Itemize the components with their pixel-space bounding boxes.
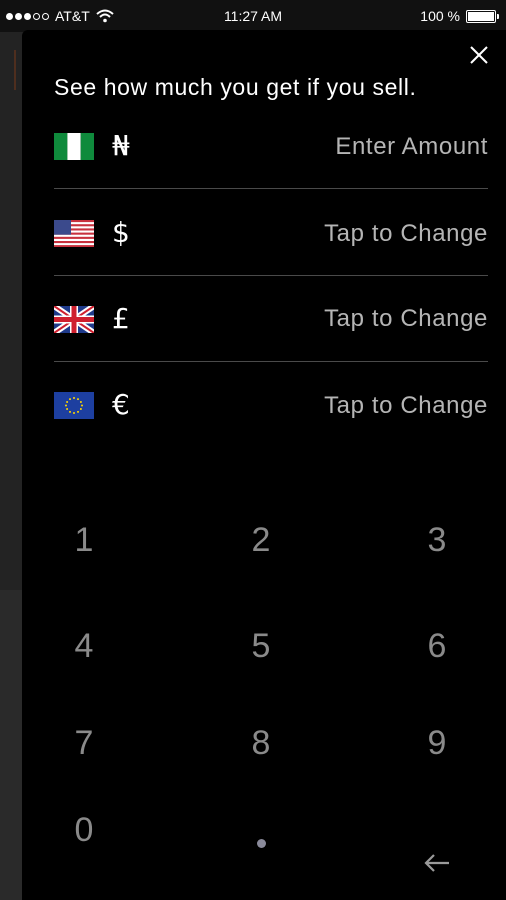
currency-symbol: ₦: [112, 129, 130, 162]
status-bar: AT&T 11:27 AM 100 %: [0, 0, 506, 32]
row-divider: [54, 361, 488, 362]
currency-amount-value[interactable]: Tap to Change: [324, 304, 488, 334]
close-button[interactable]: [468, 44, 490, 66]
currency-symbol: €: [112, 388, 130, 421]
currency-row-ngn[interactable]: ₦ Enter Amount: [54, 116, 488, 202]
backspace-arrow-icon: [423, 822, 451, 872]
key-9[interactable]: 9: [377, 703, 497, 783]
status-right: 100 %: [420, 8, 499, 24]
eu-flag-icon: [54, 392, 94, 419]
key-5[interactable]: 5: [201, 606, 321, 686]
currency-amount-value[interactable]: Tap to Change: [324, 219, 488, 249]
currency-row-eur[interactable]: € Tap to Change: [54, 374, 488, 460]
key-2[interactable]: 2: [201, 500, 321, 580]
numeric-keypad: 1 2 3 4 5 6 7 8 9 0: [22, 500, 506, 900]
key-6[interactable]: 6: [377, 606, 497, 686]
modal-title: See how much you get if you sell.: [54, 74, 417, 100]
key-8[interactable]: 8: [201, 703, 321, 783]
screen: AT&T 11:27 AM 100 % See how much you get…: [0, 0, 506, 900]
row-divider: [54, 188, 488, 189]
background-accent: [14, 50, 22, 90]
key-1[interactable]: 1: [24, 500, 144, 580]
close-icon: [470, 46, 488, 64]
battery-percent: 100 %: [420, 8, 460, 24]
key-3[interactable]: 3: [377, 500, 497, 580]
uk-flag-icon: [54, 306, 94, 333]
decimal-dot-icon: [256, 838, 266, 848]
battery-icon: [466, 9, 499, 23]
currency-symbol: $: [112, 216, 130, 249]
backspace-key[interactable]: [377, 790, 497, 872]
nigeria-flag-icon: [54, 133, 94, 160]
key-4[interactable]: 4: [24, 606, 144, 686]
key-7[interactable]: 7: [24, 703, 144, 783]
currency-amount-input[interactable]: Enter Amount: [335, 132, 488, 162]
decimal-key[interactable]: [201, 790, 321, 870]
currency-converter-modal: See how much you get if you sell. ₦ Ente…: [22, 30, 506, 900]
usa-flag-icon: [54, 220, 94, 247]
currency-symbol: £: [112, 302, 130, 335]
row-divider: [54, 275, 488, 276]
key-0[interactable]: 0: [24, 790, 144, 870]
currency-amount-value[interactable]: Tap to Change: [324, 391, 488, 421]
